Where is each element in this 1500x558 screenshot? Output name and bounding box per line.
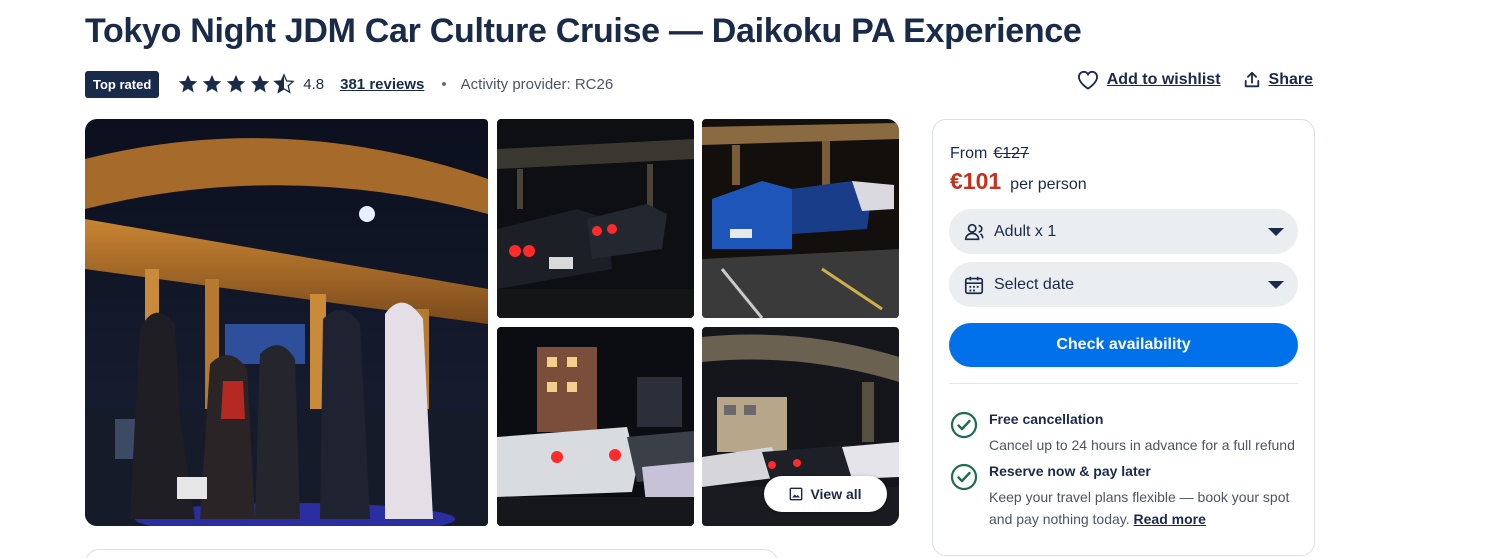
reviews-link[interactable]: 381 reviews <box>340 76 424 93</box>
rating-row: Top rated 4.8 381 reviews • Activity pro… <box>85 69 613 99</box>
main-photo-image <box>85 119 488 526</box>
date-placeholder: Select date <box>994 275 1075 293</box>
per-person-label: per person <box>1010 176 1087 193</box>
reserve-pay-later-feature: Reserve now & pay later Keep your travel… <box>950 463 1309 530</box>
image-icon <box>790 487 803 501</box>
price-from: From €127 <box>950 145 1029 163</box>
feature-description: Keep your travel plans flexible — book y… <box>989 486 1309 530</box>
feature-description: Cancel up to 24 hours in advance for a f… <box>989 437 1295 453</box>
current-price: €101 <box>950 168 1002 194</box>
booking-card: From €127 €101 per person Adult x 1 Selec… <box>932 119 1315 556</box>
separator-dot: • <box>441 75 447 93</box>
main-photo[interactable] <box>85 119 488 526</box>
divider <box>949 383 1298 384</box>
thumbnail-photo[interactable] <box>702 119 899 318</box>
check-circle-icon <box>950 411 978 439</box>
calendar-icon <box>964 276 984 294</box>
rating-value: 4.8 <box>303 75 325 93</box>
thumbnail-photo[interactable] <box>497 119 694 318</box>
from-label: From <box>950 145 988 162</box>
star-icon <box>179 74 198 93</box>
activity-provider: Activity provider: RC26 <box>460 75 614 93</box>
read-more-link[interactable]: Read more <box>1134 511 1206 527</box>
star-icon <box>251 74 270 93</box>
star-icon <box>203 74 222 93</box>
feature-title: Reserve now & pay later <box>989 463 1151 479</box>
share-icon <box>1244 71 1259 88</box>
page-title: Tokyo Night JDM Car Culture Cruise — Dai… <box>85 12 1082 50</box>
thumbnail-image <box>497 327 694 526</box>
price-row: €101 per person <box>950 168 1087 195</box>
traveller-icon <box>964 223 984 240</box>
check-circle-icon <box>950 463 978 491</box>
wishlist-label: Add to wishlist <box>1106 71 1221 88</box>
feature-title: Free cancellation <box>989 411 1104 427</box>
thumbnail-photo[interactable] <box>497 327 694 526</box>
date-select[interactable]: Select date <box>949 262 1298 307</box>
star-rating <box>177 73 295 95</box>
thumbnail-image <box>702 119 899 318</box>
half-star-icon <box>273 73 295 94</box>
check-availability-button[interactable]: Check availability <box>949 323 1298 367</box>
thumbnail-image <box>497 119 694 318</box>
chevron-down-icon <box>1268 227 1284 236</box>
share-button[interactable]: Share <box>1243 71 1313 89</box>
star-icon <box>227 74 246 93</box>
page-actions: Add to wishlist Share <box>1077 70 1313 90</box>
view-all-photos-button[interactable]: View all <box>764 476 887 512</box>
feature-text: Reserve now & pay later Keep your travel… <box>989 463 1309 530</box>
heart-icon <box>1077 70 1098 90</box>
photo-gallery: View all <box>85 119 899 526</box>
free-cancellation-feature: Free cancellation Cancel up to 24 hours … <box>950 411 1309 456</box>
travellers-select[interactable]: Adult x 1 <box>949 209 1298 254</box>
top-rated-badge: Top rated <box>85 70 160 98</box>
add-to-wishlist-button[interactable]: Add to wishlist <box>1077 70 1221 90</box>
next-section-card <box>85 549 778 558</box>
travellers-value: Adult x 1 <box>994 222 1057 240</box>
original-price: €127 <box>993 145 1029 162</box>
chevron-down-icon <box>1268 280 1284 289</box>
view-all-label: View all <box>810 486 862 502</box>
share-label: Share <box>1268 71 1313 88</box>
feature-text: Free cancellation Cancel up to 24 hours … <box>989 411 1309 456</box>
